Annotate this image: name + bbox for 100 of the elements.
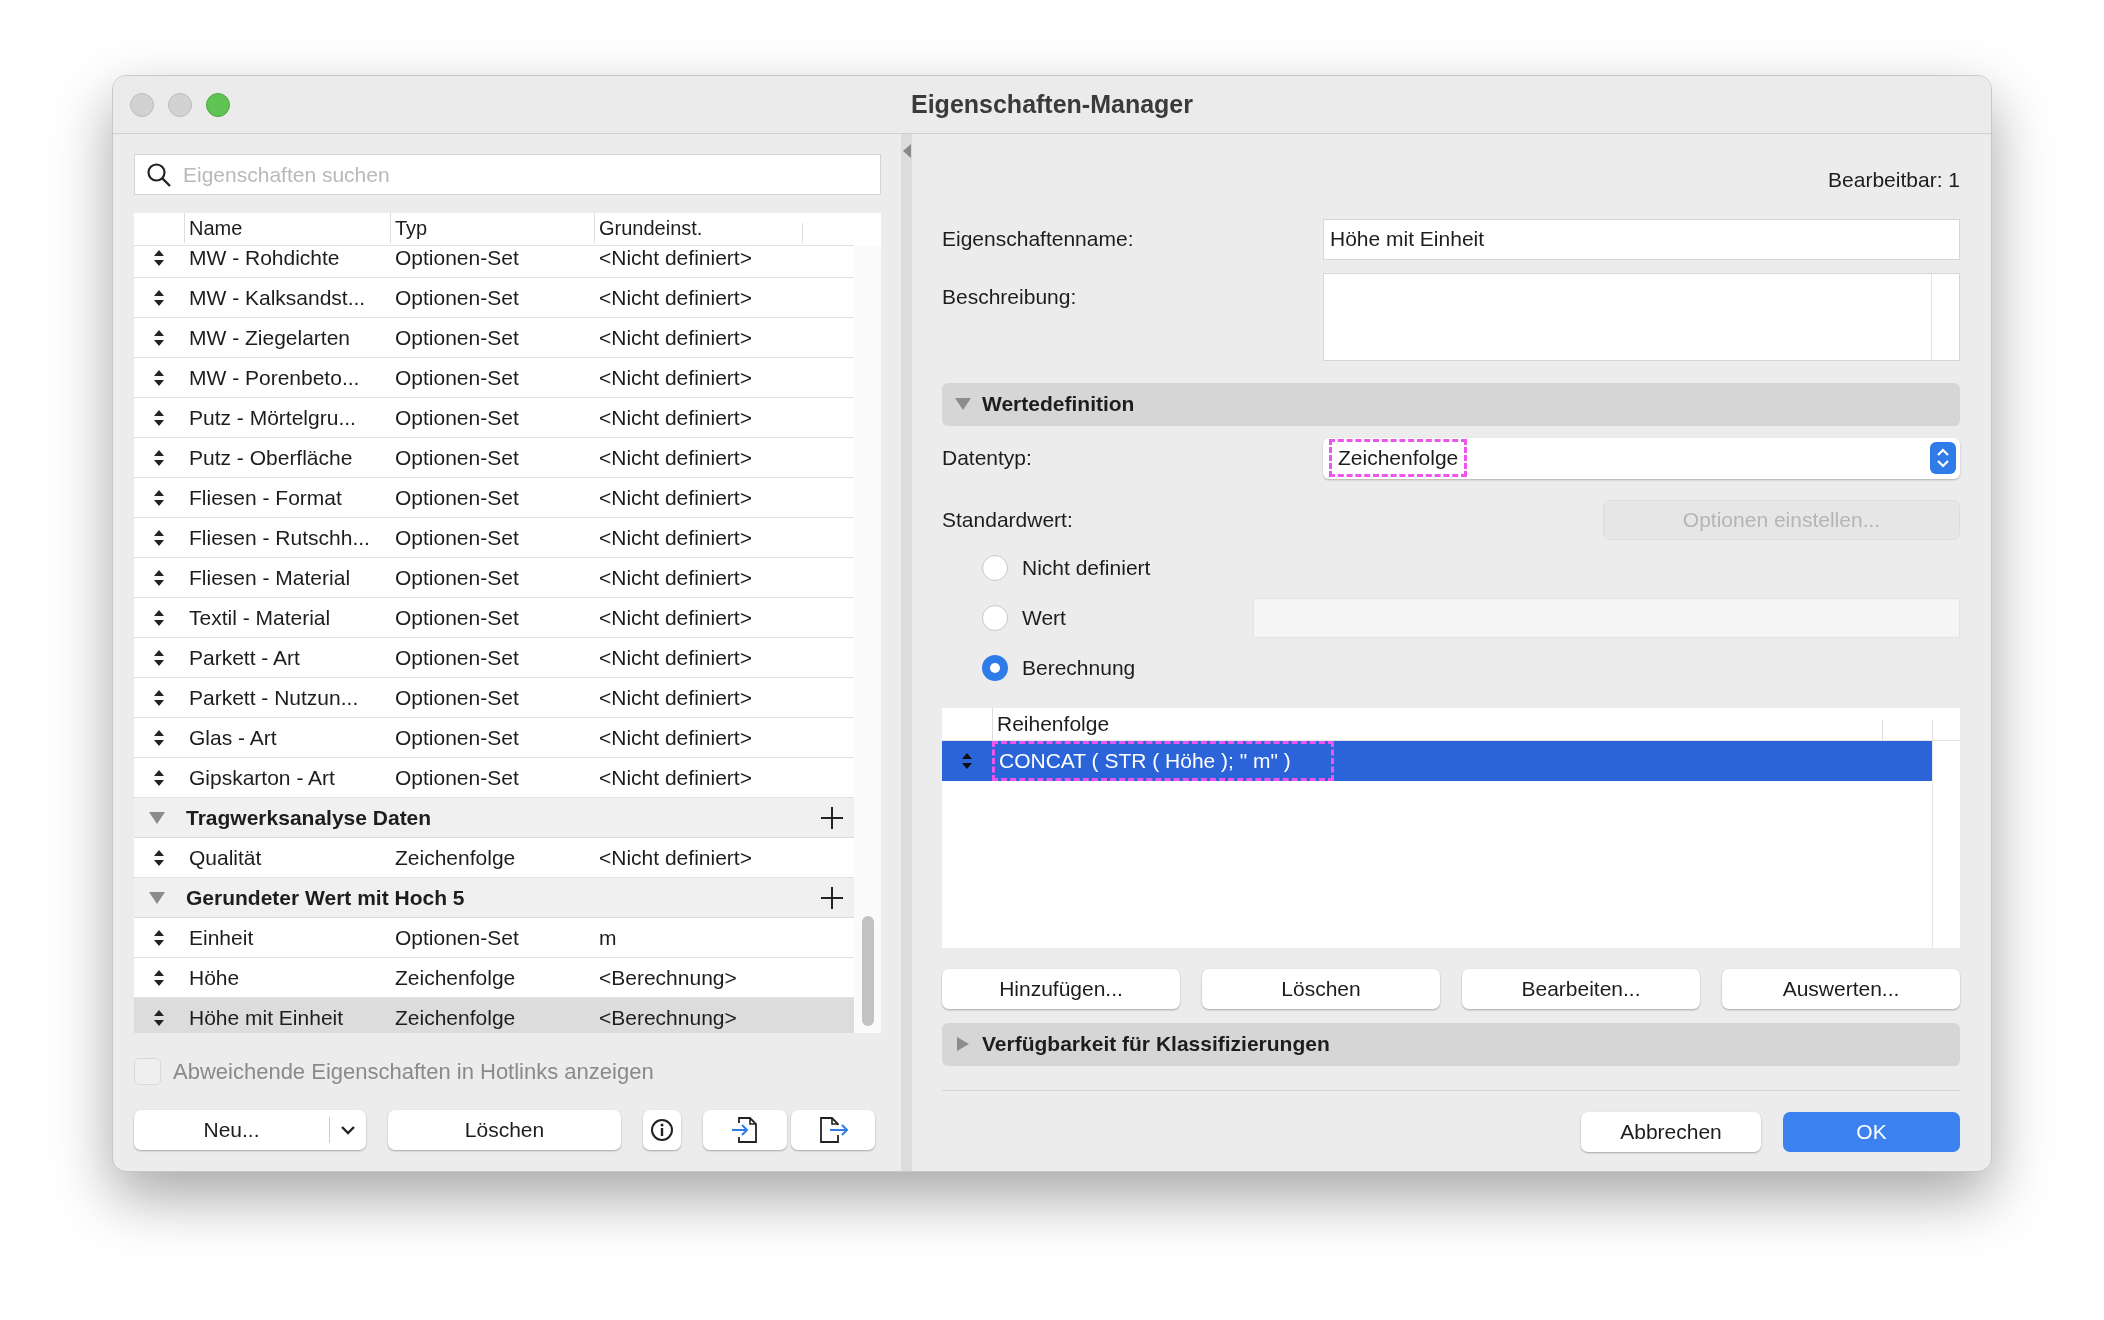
reorder-handle-icon[interactable] — [153, 1008, 165, 1027]
action-button[interactable]: Hinzufügen... — [942, 968, 1180, 1009]
chevron-down-icon — [340, 1125, 356, 1135]
table-cell-text: <Nicht definiert> — [598, 484, 753, 511]
table-cell-text: MW - Ziegelarten — [188, 324, 352, 351]
column-header[interactable]: Grundeinst. — [594, 213, 802, 243]
table-cell-text: Höhe mit Einheit — [188, 1004, 345, 1031]
ok-button[interactable]: OK — [1783, 1111, 1960, 1152]
table-cell-text: <Nicht definiert> — [598, 246, 753, 271]
action-button[interactable]: Bearbeiten... — [1462, 968, 1700, 1009]
table-cell-text: <Nicht definiert> — [598, 324, 753, 351]
delete-button[interactable]: Löschen — [388, 1110, 621, 1150]
export-button[interactable] — [791, 1110, 875, 1150]
reorder-handle-icon[interactable] — [153, 728, 165, 747]
disclosure-triangle-icon[interactable] — [148, 889, 166, 906]
table-cell-text: Optionen-Set — [394, 324, 520, 351]
scrollbar-thumb[interactable] — [862, 916, 874, 1026]
table-cell-text: Zeichenfolge — [394, 844, 517, 871]
search-field[interactable]: Eigenschaften suchen — [134, 154, 881, 195]
table-cell-text: Optionen-Set — [394, 364, 520, 391]
table-cell-text: Optionen-Set — [394, 444, 520, 471]
radio-label: Nicht definiert — [1022, 554, 1152, 581]
reorder-handle-icon[interactable] — [153, 528, 165, 547]
table-cell-text: <Berechnung> — [598, 1004, 738, 1031]
formula-text: CONCAT ( STR ( Höhe ); " m" ) — [999, 747, 1291, 774]
radio-label: Wert — [1022, 604, 1067, 631]
editable-count: Bearbeitbar: 1 — [1828, 167, 1960, 193]
table-cell-text: Optionen-Set — [394, 564, 520, 591]
group-row[interactable]: Tragwerksanalyse Daten — [134, 798, 854, 838]
section-title: Wertedefinition — [982, 391, 1135, 418]
reorder-handle-icon[interactable] — [153, 848, 165, 867]
table-cell-text: Fliesen - Material — [188, 564, 352, 591]
search-icon — [146, 162, 172, 188]
reorder-handle-icon[interactable] — [153, 408, 165, 427]
reorder-handle-icon[interactable] — [961, 751, 973, 770]
table-cell-text: <Nicht definiert> — [598, 764, 753, 791]
table-cell-text: <Nicht definiert> — [598, 404, 753, 431]
reorder-handle-icon[interactable] — [153, 568, 165, 587]
reorder-handle-icon[interactable] — [153, 288, 165, 307]
cancel-button[interactable]: Abbrechen — [1581, 1111, 1761, 1152]
property-name-field[interactable]: Höhe mit Einheit — [1323, 218, 1960, 260]
reorder-handle-icon[interactable] — [153, 328, 165, 347]
table-cell-text: <Nicht definiert> — [598, 444, 753, 471]
action-button[interactable]: Auswerten... — [1722, 968, 1960, 1009]
table-cell-text: Optionen-Set — [394, 764, 520, 791]
description-field[interactable] — [1323, 272, 1960, 361]
column-header[interactable]: Reihenfolge — [992, 708, 1882, 740]
checkbox-label: Abweichende Eigenschaften in Hotlinks anzeigen — [173, 1058, 654, 1086]
import-button[interactable] — [703, 1110, 787, 1150]
section-title: Verfügbarkeit für Klassifizierungen — [982, 1031, 1330, 1058]
reorder-handle-icon[interactable] — [153, 448, 165, 467]
export-file-icon — [817, 1115, 849, 1145]
reorder-handle-icon[interactable] — [153, 248, 165, 267]
column-header[interactable]: Name — [184, 213, 390, 243]
table-cell-text: MW - Kalksandst... — [188, 284, 367, 311]
reorder-handle-icon[interactable] — [153, 368, 165, 387]
disclosure-triangle-icon[interactable] — [148, 809, 166, 826]
reorder-handle-icon[interactable] — [153, 968, 165, 987]
radio-button[interactable] — [982, 604, 1008, 631]
reorder-handle-icon[interactable] — [153, 688, 165, 707]
action-button[interactable]: Löschen — [1202, 968, 1440, 1009]
radio-button[interactable] — [982, 654, 1008, 681]
formula-row[interactable]: CONCAT ( STR ( Höhe ); " m" ) — [942, 740, 1932, 781]
table-cell-text: <Nicht definiert> — [598, 284, 753, 311]
table-cell-text: <Nicht definiert> — [598, 644, 753, 671]
table-cell-text: Fliesen - Rutschh... — [188, 524, 371, 551]
section-header[interactable]: Verfügbarkeit für Klassifizierungen — [942, 1022, 1960, 1066]
table-cell-text: <Nicht definiert> — [598, 364, 753, 391]
table-cell-text: Optionen-Set — [394, 604, 520, 631]
datatype-value: Zeichenfolge — [1338, 445, 1459, 472]
new-dropdown-button[interactable]: Neu... — [134, 1110, 366, 1150]
table-cell-text: Textil - Material — [188, 604, 332, 631]
reorder-handle-icon[interactable] — [153, 768, 165, 787]
table-cell-text: <Nicht definiert> — [598, 524, 753, 551]
group-row[interactable]: Gerundeter Wert mit Hoch 5 — [134, 878, 854, 918]
add-icon[interactable] — [820, 885, 844, 910]
column-header[interactable]: Typ — [390, 213, 594, 243]
info-icon — [650, 1118, 674, 1142]
add-icon[interactable] — [820, 805, 844, 830]
table-cell-text: Höhe — [188, 964, 241, 991]
section-header[interactable]: Wertedefinition — [942, 382, 1960, 426]
reorder-handle-icon[interactable] — [153, 648, 165, 667]
table-cell-text: Optionen-Set — [394, 924, 520, 951]
window-title: Eigenschaften-Manager — [911, 88, 1193, 120]
stepper-icon[interactable] — [1930, 442, 1956, 474]
table-cell-text: MW - Rohdichte — [188, 246, 341, 271]
reorder-handle-icon[interactable] — [153, 928, 165, 947]
reorder-handle-icon[interactable] — [153, 608, 165, 627]
info-button[interactable] — [643, 1110, 681, 1150]
table-cell-text: Putz - Oberfläche — [188, 444, 354, 471]
table-cell-text: <Nicht definiert> — [598, 604, 753, 631]
table-cell-text: Putz - Mörtelgru... — [188, 404, 357, 431]
table-cell-text: Zeichenfolge — [394, 1004, 517, 1031]
property-row[interactable]: Höhe mit Einheit Zeichenfolge <Berechnung> — [134, 998, 854, 1033]
reorder-handle-icon[interactable] — [153, 488, 165, 507]
datatype-select[interactable]: Zeichenfolge — [1323, 437, 1960, 479]
radio-button[interactable] — [982, 554, 1008, 581]
table-cell-text: Optionen-Set — [394, 284, 520, 311]
table-cell-text: <Nicht definiert> — [598, 844, 753, 871]
table-cell-text: Optionen-Set — [394, 724, 520, 751]
